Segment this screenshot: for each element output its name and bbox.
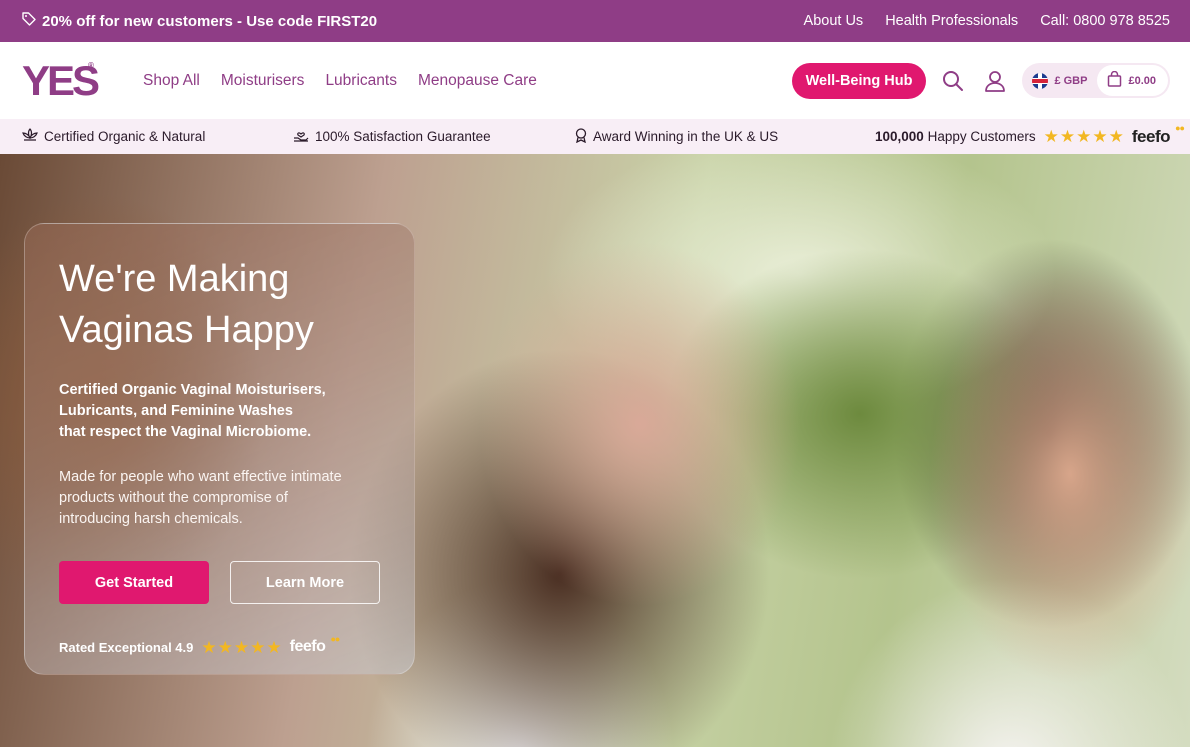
uk-flag-icon [1032,72,1049,89]
star-icon: ★ [1043,127,1059,146]
trust-bar: Certified Organic & Natural 100% Satisfa… [0,119,1190,154]
lotus-icon [22,128,38,145]
star-icon: ★ [201,637,217,657]
customers-label: Happy Customers [927,129,1036,144]
hero-title: We're Making Vaginas Happy [59,258,314,351]
hero-rating: Rated Exceptional 4.9 ★ ★ ★ ★ ★ feefo ●● [59,634,380,656]
tag-icon [22,12,36,30]
rating-stars: ★ ★ ★ ★ ★ [201,639,281,656]
promo-text: 20% off for new customers - Use code FIR… [42,12,378,30]
account-icon[interactable] [980,66,1010,96]
rating-text: Rated Exceptional 4.9 [59,639,194,655]
site-header: YES ® Shop All Moisturisers Lubricants Me… [0,42,1190,119]
trust-organic: Certified Organic & Natural [22,128,293,145]
star-icon: ★ [217,637,233,657]
star-icon: ★ [233,637,250,657]
star-icon: ★ [1108,127,1124,146]
currency-label: £ GBP [1054,74,1088,87]
trust-customers: 100,000 Happy Customers ★ ★ ★ ★ ★ feefo ●● [875,123,1185,147]
health-professionals-link[interactable]: Health Professionals [885,13,1018,29]
promo-message: 20% off for new customers - Use code FIR… [22,12,377,30]
star-icon: ★ [1092,127,1108,146]
trust-guarantee: 100% Satisfaction Guarantee [293,128,575,145]
hand-heart-icon [293,128,309,145]
star-icon: ★ [1076,127,1092,146]
get-started-button[interactable]: Get Started [59,561,209,604]
rating-stars: ★ ★ ★ ★ ★ [1044,128,1124,145]
star-icon: ★ [266,637,282,657]
promo-bar: 20% off for new customers - Use code FIR… [0,0,1190,42]
shopping-bag-icon [1107,70,1122,90]
cart-total: £0.00 [1128,74,1156,87]
about-us-link[interactable]: About Us [804,13,864,29]
award-icon [575,127,587,146]
currency-selector[interactable]: £ GBP [1032,72,1095,89]
nav-lubricants[interactable]: Lubricants [325,72,397,90]
feefo-logo[interactable]: feefo ●● [1132,123,1185,147]
phone-link[interactable]: Call: 0800 978 8525 [1040,13,1170,29]
hero-description: Made for people who want effective intim… [59,469,342,527]
main-nav: Shop All Moisturisers Lubricants Menopau… [143,72,537,90]
star-icon: ★ [250,637,266,657]
learn-more-button[interactable]: Learn More [230,561,380,604]
cart-button[interactable]: £0.00 [1097,65,1168,96]
star-icon: ★ [1059,127,1076,146]
hero-banner: We're Making Vaginas Happy Certified Org… [0,154,1190,747]
logo[interactable]: YES ® [22,57,122,105]
feefo-logo[interactable]: feefo ●● [290,634,341,656]
nav-moisturisers[interactable]: Moisturisers [221,72,305,90]
nav-menopause-care[interactable]: Menopause Care [418,72,537,90]
search-icon[interactable] [938,66,968,96]
currency-cart-group: £ GBP £0.00 [1022,63,1170,98]
customers-count: 100,000 [875,129,924,144]
hero-subtitle: Certified Organic Vaginal Moisturisers, … [59,382,326,440]
nav-shop-all[interactable]: Shop All [143,72,200,90]
wellbeing-hub-button[interactable]: Well-Being Hub [791,62,927,99]
hero-panel: We're Making Vaginas Happy Certified Org… [24,223,415,675]
trust-award: Award Winning in the UK & US [575,127,860,146]
